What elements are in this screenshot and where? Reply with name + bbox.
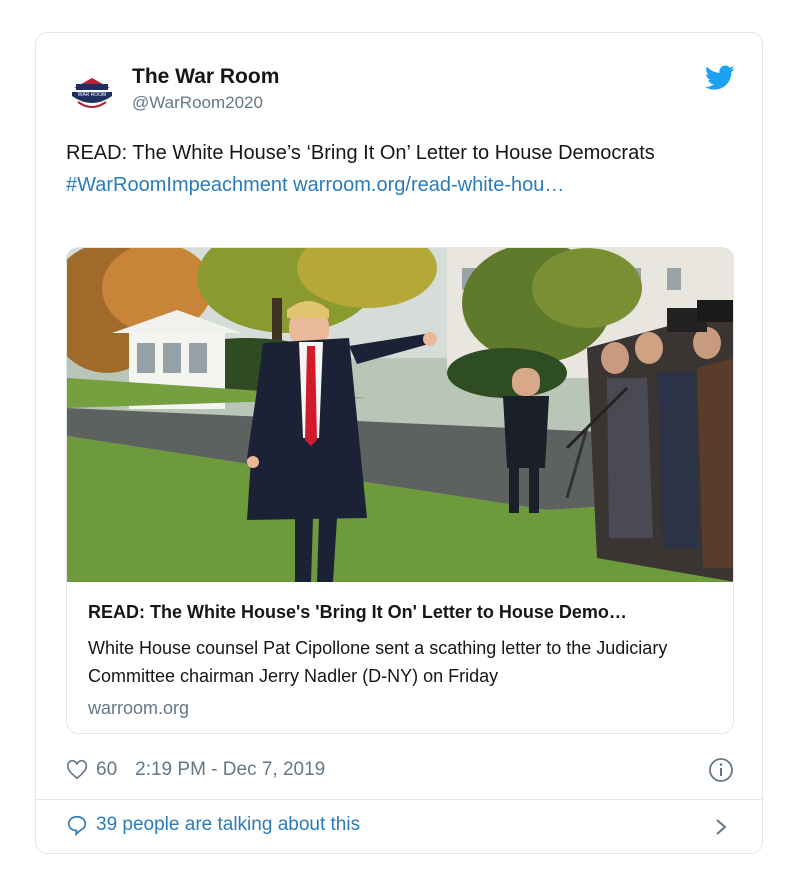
tweet-text: READ: The White House’s ‘Bring It On’ Le… — [66, 137, 726, 201]
preview-photo — [67, 248, 733, 582]
chevron-right-icon[interactable] — [712, 815, 730, 839]
heart-icon[interactable] — [66, 759, 88, 781]
tweet-body: READ: The White House’s ‘Bring It On’ Le… — [66, 142, 655, 164]
info-icon[interactable] — [708, 757, 734, 783]
url-link[interactable]: warroom.org/read-white-hou… — [293, 174, 564, 196]
link-card-body[interactable]: READ: The White House's 'Bring It On' Le… — [67, 582, 733, 733]
link-card-title[interactable]: READ: The White House's 'Bring It On' Le… — [88, 602, 718, 623]
twitter-bird-icon[interactable] — [705, 65, 735, 91]
tweet-card: WAR ROOM The War Room @WarRoom2020 READ:… — [35, 32, 763, 854]
divider — [36, 799, 762, 800]
link-card-domain: warroom.org — [88, 698, 190, 718]
link-card-description: White House counsel Pat Cipollone sent a… — [88, 638, 668, 686]
speech-bubble-icon — [67, 815, 87, 836]
tweet-meta: 60 2:19 PM - Dec 7, 2019 — [66, 757, 325, 783]
talking-count-text[interactable]: 39 people are talking about this — [96, 814, 360, 836]
svg-text:WAR ROOM: WAR ROOM — [78, 92, 106, 98]
like-count[interactable]: 60 — [96, 759, 117, 781]
account-name[interactable]: The War Room — [132, 65, 279, 89]
avatar[interactable]: WAR ROOM — [66, 66, 118, 118]
timestamp[interactable]: 2:19 PM - Dec 7, 2019 — [135, 759, 325, 781]
hashtag-link[interactable]: #WarRoomImpeachment — [66, 174, 288, 196]
conversation-link[interactable]: 39 people are talking about this — [66, 814, 360, 836]
account-handle[interactable]: @WarRoom2020 — [132, 93, 263, 113]
link-preview-card[interactable]: READ: The White House's 'Bring It On' Le… — [66, 247, 734, 734]
